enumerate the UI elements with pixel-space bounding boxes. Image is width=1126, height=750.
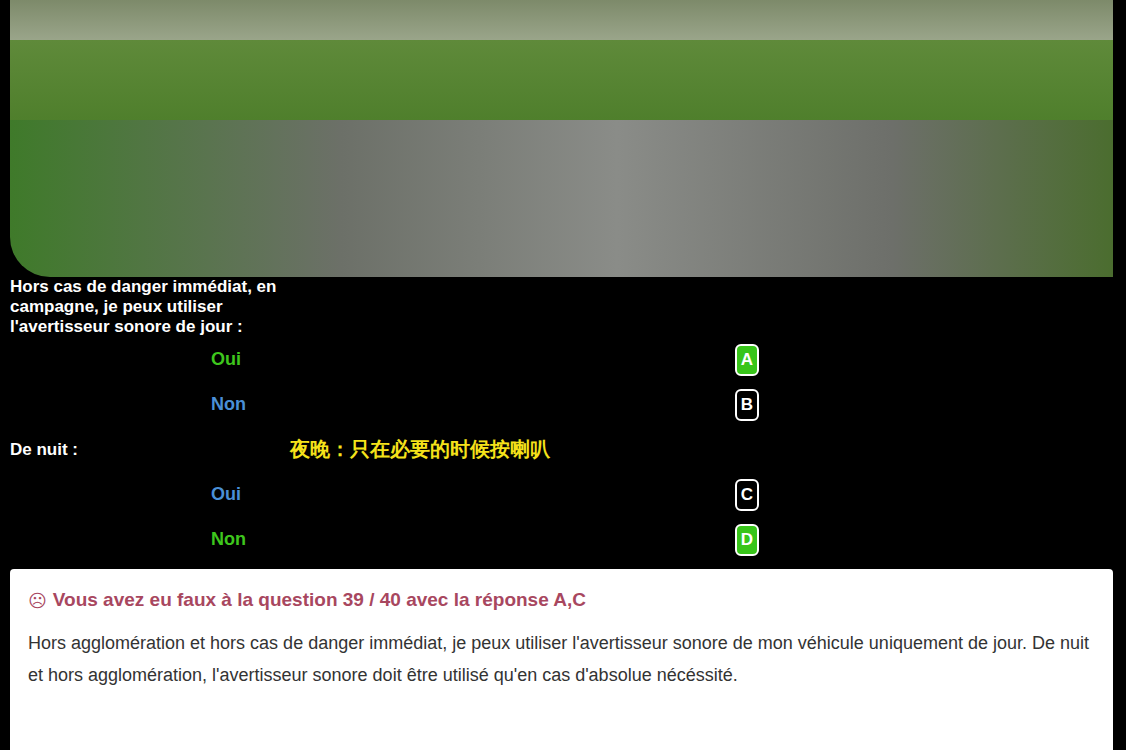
feedback-box: ☹Vous avez eu faux à la question 39 / 40… — [10, 569, 1113, 750]
question-prompt: De nuit : — [10, 440, 290, 460]
feedback-explanation: Hors agglomération et hors cas de danger… — [28, 627, 1095, 691]
option-letter-button[interactable]: C — [735, 479, 759, 511]
feedback-title: ☹Vous avez eu faux à la question 39 / 40… — [28, 589, 1095, 611]
answer-option[interactable]: NonD — [10, 517, 1113, 562]
option-letter-button[interactable]: B — [735, 389, 759, 421]
question-list: Hors cas de danger immédiat, en campagne… — [10, 277, 1113, 562]
option-label: Oui — [211, 484, 735, 505]
option-letter-button[interactable]: D — [735, 524, 759, 556]
option-label: Non — [211, 529, 735, 550]
quiz-page: Hors cas de danger immédiat, en campagne… — [0, 0, 1126, 750]
option-label: Oui — [211, 349, 735, 370]
annotation-note: 夜晚：只在必要的时候按喇叭 — [290, 436, 550, 463]
option-label: Non — [211, 394, 735, 415]
answer-option[interactable]: NonB — [10, 382, 1113, 427]
answer-option[interactable]: OuiC — [10, 472, 1113, 517]
question-photo — [10, 0, 1113, 277]
answer-option[interactable]: OuiA — [10, 337, 1113, 382]
question-prompt-row: De nuit :夜晚：只在必要的时候按喇叭 — [10, 427, 1113, 472]
question-prompt-row: Hors cas de danger immédiat, en campagne… — [10, 277, 1113, 337]
option-letter-button[interactable]: A — [735, 344, 759, 376]
sad-face-icon: ☹ — [28, 590, 47, 611]
question-prompt: Hors cas de danger immédiat, en campagne… — [10, 277, 290, 337]
